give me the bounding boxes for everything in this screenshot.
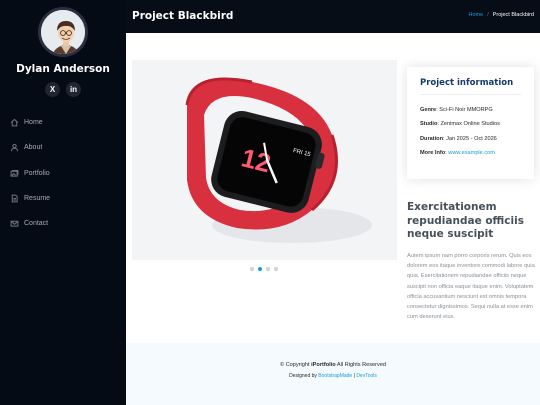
credits: Designed by BootstrapMade | DevTools xyxy=(289,373,377,379)
project-image-slider[interactable]: 12 FRI 15 xyxy=(132,60,397,260)
nav-item-label: Resume xyxy=(24,195,51,203)
project-info-title: Project information xyxy=(420,78,521,95)
profile-avatar xyxy=(38,7,88,57)
slider-dot-active[interactable] xyxy=(258,267,262,271)
nav-item-label: Portfolio xyxy=(24,169,50,177)
nav-menu: Home About Portfolio Resume Contact xyxy=(0,110,126,236)
slider-pagination xyxy=(250,267,278,271)
info-duration: Duration: Jan 2025 - Oct 2026 xyxy=(420,135,497,142)
page-header: Project Blackbird Home / Project Blackbi… xyxy=(126,0,540,33)
bootstrapmade-link[interactable]: BootstrapMade xyxy=(318,373,352,379)
smartwatch-image: 12 FRI 15 xyxy=(132,60,397,260)
info-more: More Info: www.example.com xyxy=(420,149,495,156)
info-genre: Genre: Sci-Fi Noir MMORPG xyxy=(420,107,493,113)
social-links: X in xyxy=(45,82,81,97)
slider-dot[interactable] xyxy=(274,267,278,271)
person-icon xyxy=(10,144,19,152)
info-studio: Studio: Zenimax Online Studios xyxy=(420,121,500,128)
file-icon xyxy=(11,194,18,203)
nav-item-contact[interactable]: Contact xyxy=(0,211,126,236)
page-footer: © Copyright iPortfolio All Rights Reserv… xyxy=(126,343,540,405)
profile-name: Dylan Anderson xyxy=(16,63,110,75)
slider-dot[interactable] xyxy=(250,267,254,271)
sidebar: Dylan Anderson X in Home About Portfolio… xyxy=(0,0,126,405)
portfolio-details: 12 FRI 15 Project information Genre: Sci… xyxy=(126,33,540,343)
nav-item-portfolio[interactable]: Portfolio xyxy=(0,161,126,186)
nav-item-about[interactable]: About xyxy=(0,135,126,160)
linkedin-icon[interactable]: in xyxy=(66,82,81,97)
nav-item-label: Home xyxy=(24,119,43,127)
x-icon[interactable]: X xyxy=(45,82,60,97)
devtools-link[interactable]: DevTools xyxy=(356,373,377,379)
envelope-icon xyxy=(10,221,19,227)
slider-dot[interactable] xyxy=(266,267,270,271)
project-info-card: Project information Genre: Sci-Fi Noir M… xyxy=(407,67,534,179)
breadcrumb-current: Project Blackbird xyxy=(492,12,534,18)
description-title: Exercitationem repudiandae officiis nequ… xyxy=(407,201,524,240)
breadcrumb-separator: / xyxy=(487,12,489,18)
breadcrumb-home-link[interactable]: Home xyxy=(469,12,484,18)
page-title: Project Blackbird xyxy=(132,10,234,22)
nav-item-resume[interactable]: Resume xyxy=(0,186,126,211)
home-icon xyxy=(10,118,19,127)
nav-item-home[interactable]: Home xyxy=(0,110,126,135)
breadcrumb: Home / Project Blackbird xyxy=(469,12,534,18)
description-body: Autem ipsum nam porro corporis rerum. Qu… xyxy=(407,253,535,321)
copyright: © Copyright iPortfolio All Rights Reserv… xyxy=(279,362,387,368)
footer-brand: iPortfolio xyxy=(311,362,336,368)
nav-item-label: Contact xyxy=(24,220,49,228)
more-info-link[interactable]: www.example.com xyxy=(448,150,495,156)
nav-item-label: About xyxy=(24,144,43,152)
images-icon xyxy=(10,169,19,177)
